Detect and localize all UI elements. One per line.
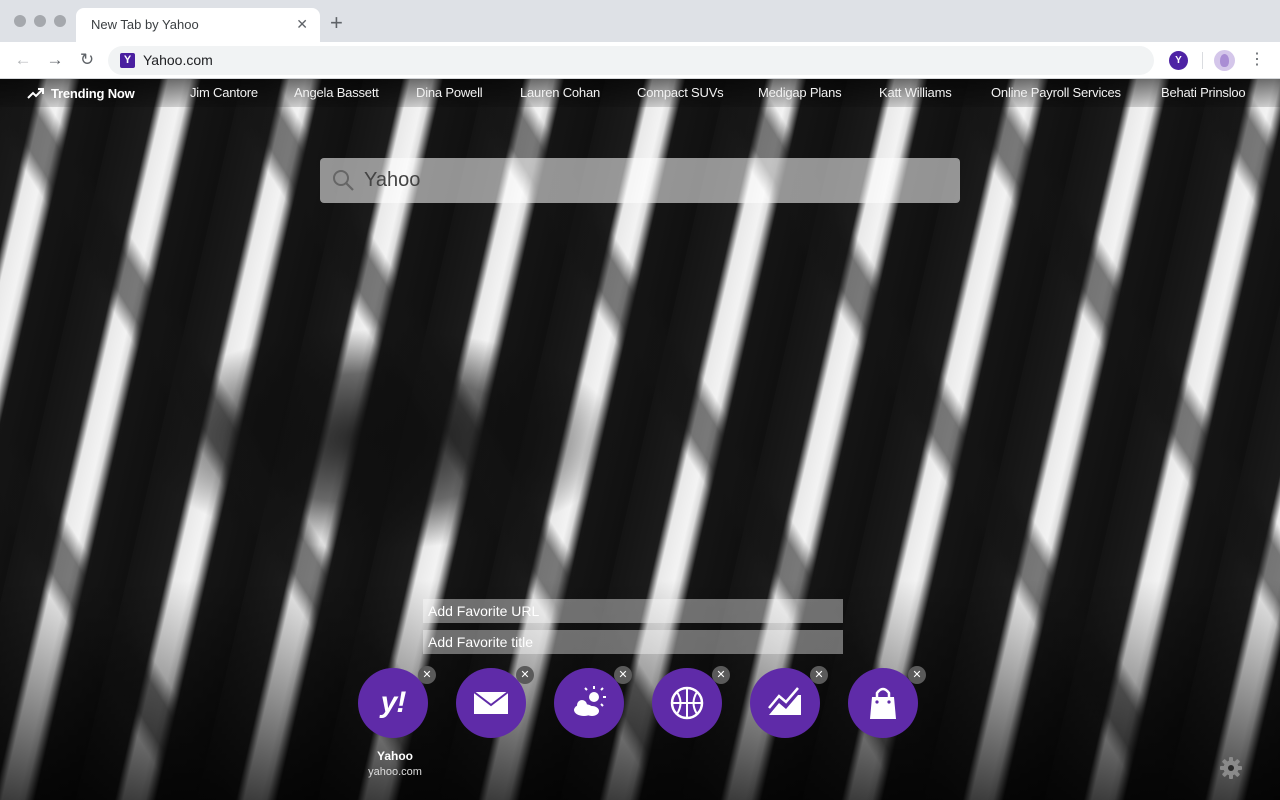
tile-yahoo-name: Yahoo — [376, 749, 413, 763]
trending-label: Trending Now — [51, 85, 135, 101]
trending-item[interactable]: Compact SUVs — [637, 85, 724, 100]
favorite-title-input[interactable] — [423, 630, 843, 654]
finance-icon — [768, 687, 801, 715]
mail-icon — [473, 691, 509, 714]
new-tab-button[interactable]: + — [330, 11, 343, 35]
profile-avatar-icon[interactable] — [1214, 50, 1235, 71]
address-bar[interactable]: Y Yahoo.com — [108, 46, 1154, 75]
tab-strip: New Tab by Yahoo ✕ + — [0, 0, 1280, 42]
sports-icon — [670, 686, 704, 720]
yahoo-logo-icon: y! — [380, 686, 407, 719]
trending-item[interactable]: Medigap Plans — [758, 85, 842, 100]
forward-button[interactable]: → — [44, 49, 66, 71]
tile-shopping[interactable]: ✕ — [848, 666, 926, 738]
tile-close-icon[interactable]: ✕ — [418, 666, 436, 684]
browser-menu-icon[interactable]: ⋮ — [1249, 49, 1265, 71]
toolbar-divider — [1202, 52, 1203, 69]
tile-close-icon[interactable]: ✕ — [712, 666, 730, 684]
trending-item[interactable]: Behati Prinsloo — [1161, 85, 1246, 100]
tile-weather[interactable]: ✕ — [554, 666, 632, 738]
tile-close-icon[interactable]: ✕ — [810, 666, 828, 684]
tile-sports[interactable]: ✕ — [652, 666, 730, 738]
shopping-icon — [870, 687, 896, 719]
minimize-window-button[interactable] — [34, 15, 46, 27]
trending-header: Trending Now — [27, 85, 135, 101]
trending-item[interactable]: Katt Williams — [879, 85, 952, 100]
tile-yahoo-domain: yahoo.com — [368, 766, 422, 778]
tab-new-tab[interactable]: New Tab by Yahoo ✕ — [76, 8, 320, 42]
yahoo-favicon-icon: Y — [120, 53, 135, 68]
trending-item[interactable]: Dina Powell — [416, 85, 483, 100]
search-input[interactable] — [364, 166, 944, 194]
trending-item[interactable]: Jim Cantore — [190, 85, 258, 100]
new-tab-page: Trending Now Jim Cantore Angela Bassett … — [0, 79, 1280, 800]
browser-toolbar: ← → ↻ Y Yahoo.com Y ⋮ — [0, 42, 1280, 79]
back-button[interactable]: ← — [12, 49, 34, 71]
search-icon[interactable] — [332, 169, 354, 191]
weather-icon — [574, 686, 606, 716]
tab-title: New Tab by Yahoo — [91, 17, 199, 32]
gear-icon[interactable] — [1219, 756, 1243, 780]
url-text[interactable]: Yahoo.com — [143, 52, 213, 68]
yahoo-extension-icon[interactable]: Y — [1169, 51, 1188, 70]
search-box — [320, 158, 960, 203]
trending-item[interactable]: Online Payroll Services — [991, 85, 1121, 100]
tile-close-icon[interactable]: ✕ — [614, 666, 632, 684]
trending-item[interactable]: Lauren Cohan — [520, 85, 600, 100]
reload-button[interactable]: ↻ — [76, 49, 98, 71]
tile-mail[interactable]: ✕ — [456, 666, 534, 738]
tile-close-icon[interactable]: ✕ — [908, 666, 926, 684]
tile-finance[interactable]: ✕ — [750, 666, 828, 738]
trending-item[interactable]: Angela Bassett — [294, 85, 379, 100]
tile-yahoo[interactable]: y! ✕ — [358, 666, 436, 738]
trending-arrow-icon — [27, 88, 44, 99]
maximize-window-button[interactable] — [54, 15, 66, 27]
close-window-button[interactable] — [14, 15, 26, 27]
trending-bar: Trending Now Jim Cantore Angela Bassett … — [0, 79, 1280, 107]
tab-close-icon[interactable]: ✕ — [296, 16, 308, 32]
tile-close-icon[interactable]: ✕ — [516, 666, 534, 684]
favorite-url-input[interactable] — [423, 599, 843, 623]
